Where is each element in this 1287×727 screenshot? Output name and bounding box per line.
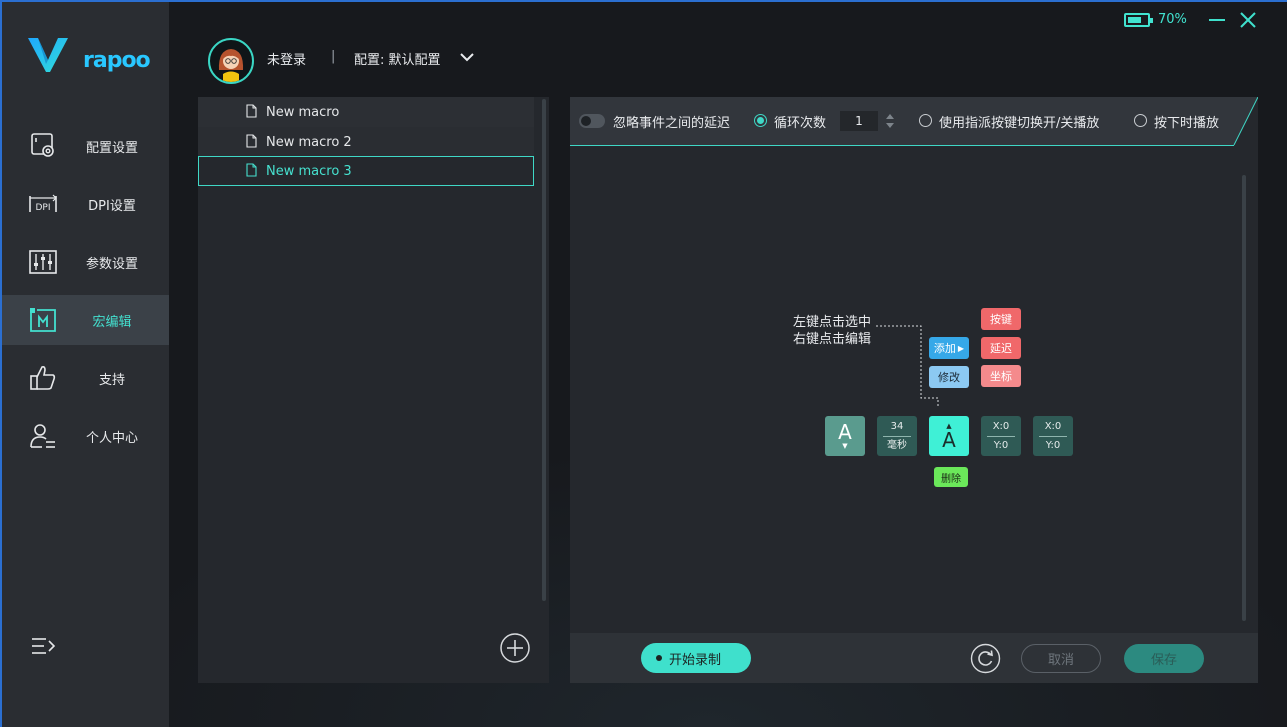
rapoo-logo-icon bbox=[28, 38, 68, 72]
loop-count-radio[interactable] bbox=[754, 114, 767, 127]
save-button[interactable]: 保存 bbox=[1124, 644, 1204, 673]
options-bar-underline bbox=[570, 145, 1234, 146]
add-menu-chip: 添加 ▶ bbox=[929, 337, 969, 359]
macro-editor-panel: 忽略事件之间的延迟 循环次数 使用指派按键切换开/关播放 按下时播放 左键点击选… bbox=[570, 97, 1258, 683]
hold-play-label: 按下时播放 bbox=[1154, 116, 1220, 131]
event-key-label: A bbox=[838, 420, 852, 444]
sidebar-item-support[interactable]: 支持 bbox=[2, 353, 169, 403]
coord-x: X:0 bbox=[1044, 420, 1062, 432]
user-name[interactable]: 未登录 bbox=[267, 49, 306, 68]
macro-name: New macro bbox=[266, 104, 340, 120]
sidebar: rapoo 配置设置 DPI DPI设置 参数设置 宏编辑 支持 个人中心 bbox=[0, 2, 169, 727]
event-delay[interactable]: 34 毫秒 bbox=[877, 416, 917, 456]
thumbs-up-icon bbox=[30, 366, 56, 390]
dpi-icon-text: DPI bbox=[35, 203, 50, 213]
event-coordinate[interactable]: X:0 Y:0 bbox=[981, 416, 1021, 456]
right-click-hint: 右键点击编辑 bbox=[793, 332, 872, 347]
coord-y: Y:0 bbox=[1045, 439, 1061, 451]
editor-scrollbar[interactable] bbox=[1242, 175, 1246, 621]
config-selector-label[interactable]: 配置: 默认配置 bbox=[354, 49, 441, 68]
add-key-chip: 按键 bbox=[981, 308, 1021, 330]
add-menu-label: 添加 bbox=[933, 342, 956, 355]
add-delay-chip: 延迟 bbox=[981, 337, 1021, 359]
delete-chip: 删除 bbox=[934, 467, 968, 487]
document-icon bbox=[246, 104, 257, 118]
sidebar-item-label: 个人中心 bbox=[85, 430, 138, 446]
loop-count-label: 循环次数 bbox=[774, 116, 827, 131]
minimize-icon[interactable] bbox=[1206, 11, 1228, 29]
battery-fill bbox=[1128, 17, 1141, 23]
user-icon bbox=[30, 424, 55, 448]
config-icon bbox=[31, 133, 54, 157]
macro-list-item[interactable]: New macro bbox=[198, 97, 534, 127]
toggle-play-label: 使用指派按键切换开/关播放 bbox=[939, 116, 1100, 131]
app-window: rapoo 配置设置 DPI DPI设置 参数设置 宏编辑 支持 个人中心 70… bbox=[0, 0, 1287, 727]
delay-unit: 毫秒 bbox=[887, 439, 907, 451]
event-key-down[interactable]: A ▼ bbox=[825, 416, 865, 456]
editor-footer: 开始录制 取消 保存 bbox=[570, 633, 1258, 683]
event-key-label: A bbox=[942, 428, 956, 452]
coord-x: X:0 bbox=[992, 420, 1010, 432]
toggle-play-radio[interactable] bbox=[919, 114, 932, 127]
delay-value: 34 bbox=[890, 420, 904, 432]
sidebar-item-config[interactable]: 配置设置 bbox=[2, 121, 169, 171]
macro-list-panel: New macro New macro 2 New macro 3 bbox=[198, 97, 549, 683]
macro-name: New macro 2 bbox=[266, 134, 352, 150]
sidebar-item-label: 宏编辑 bbox=[92, 314, 132, 330]
expand-menu-icon[interactable] bbox=[30, 635, 58, 659]
loop-count-input[interactable] bbox=[840, 111, 878, 131]
brand-name: rapoo bbox=[83, 48, 151, 73]
document-icon bbox=[246, 134, 257, 148]
add-coord-chip: 坐标 bbox=[981, 365, 1021, 387]
macro-list-item-selected[interactable]: New macro 3 bbox=[198, 156, 534, 186]
header-separator: | bbox=[331, 49, 336, 64]
sidebar-item-label: 配置设置 bbox=[85, 140, 138, 156]
sidebar-item-label: 支持 bbox=[98, 372, 125, 388]
sidebar-item-params[interactable]: 参数设置 bbox=[2, 237, 169, 287]
ignore-delay-label: 忽略事件之间的延迟 bbox=[613, 116, 731, 131]
macro-icon bbox=[30, 308, 56, 332]
ignore-delay-toggle[interactable] bbox=[579, 114, 605, 128]
sidebar-item-profile[interactable]: 个人中心 bbox=[2, 411, 169, 461]
sliders-icon bbox=[29, 250, 57, 274]
chevron-down-icon[interactable] bbox=[459, 50, 475, 64]
battery-percentage: 70% bbox=[1158, 12, 1187, 27]
dpi-icon: DPI bbox=[29, 194, 57, 213]
sidebar-item-label: 参数设置 bbox=[85, 256, 138, 272]
close-icon[interactable] bbox=[1236, 8, 1260, 32]
battery-icon bbox=[1124, 13, 1153, 27]
hold-play-radio[interactable] bbox=[1134, 114, 1147, 127]
modify-chip: 修改 bbox=[929, 366, 969, 388]
macro-list-item[interactable]: New macro 2 bbox=[198, 127, 534, 157]
key-down-arrow-icon: ▼ bbox=[842, 442, 848, 450]
options-bar-slant-accent bbox=[1233, 97, 1258, 146]
avatar[interactable] bbox=[208, 38, 254, 84]
coord-y: Y:0 bbox=[993, 439, 1009, 451]
sidebar-item-label: DPI设置 bbox=[88, 198, 136, 214]
caret-right-icon: ▶ bbox=[957, 343, 965, 353]
add-macro-icon[interactable] bbox=[499, 632, 531, 664]
loop-count-spinner-icon[interactable] bbox=[884, 111, 896, 131]
macro-name: New macro 3 bbox=[266, 163, 352, 179]
event-coordinate[interactable]: X:0 Y:0 bbox=[1033, 416, 1073, 456]
sidebar-item-dpi[interactable]: DPI DPI设置 bbox=[2, 179, 169, 229]
macro-list-scrollbar[interactable] bbox=[542, 99, 546, 601]
avatar-image bbox=[218, 49, 244, 82]
sidebar-item-macro[interactable]: 宏编辑 bbox=[2, 295, 169, 345]
event-key-up-selected[interactable]: ▲ A bbox=[929, 416, 969, 456]
document-icon bbox=[246, 163, 257, 177]
cancel-button[interactable]: 取消 bbox=[1021, 644, 1101, 673]
reset-icon[interactable] bbox=[970, 643, 1001, 674]
start-recording-button[interactable]: 开始录制 bbox=[641, 643, 751, 673]
